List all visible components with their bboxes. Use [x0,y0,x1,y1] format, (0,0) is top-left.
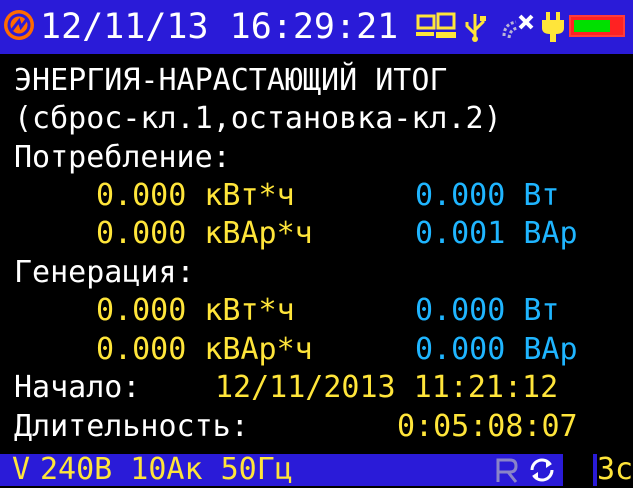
page-indicator: 3с [597,452,633,486]
consumption-label: Потребление: [14,140,231,175]
status-bar: 12/11/13 16:29:21 [0,0,633,54]
generation-reactive-energy: 0.000 кВАр*ч [96,332,313,367]
bottom-status-bar: V 240В 10Ак 50Гц 3с [0,452,633,487]
generation-reactive-power: 0.000 ВАр [415,332,578,367]
voltage-icon: V [12,452,31,487]
consumption-active-energy: 0.000 кВт*ч [96,178,295,213]
recording-icon [496,458,518,483]
device-logo-icon [4,10,34,40]
meter-screen: 12/11/13 16:29:21 ЭНЕРГИЯ-НАРАСТАЮЩИЙ ИТ… [0,0,633,487]
consumption-reactive-power: 0.001 ВАр [415,216,578,251]
page-title: ЭНЕРГИЯ-НАРАСТАЮЩИЙ ИТОГ [14,63,448,98]
power-plug-icon [542,12,564,42]
consumption-active-power: 0.000 Вт [415,178,560,213]
generation-label: Генерация: [14,255,195,290]
status-datetime: 12/11/13 16:29:21 [40,7,399,47]
start-value: 12/11/2013 11:21:12 [215,370,559,405]
wireless-off-icon [502,14,534,39]
consumption-reactive-energy: 0.000 кВАр*ч [96,216,313,251]
measurement-params: 240В 10Ак 50Гц [40,452,293,487]
usb-icon [465,14,486,42]
hint-text: (сброс-кл.1,остановка-кл.2) [14,101,502,136]
battery-level [574,20,610,32]
generation-active-power: 0.000 Вт [415,293,560,328]
refresh-icon [530,458,554,482]
pc-link-icon [416,12,456,38]
duration-value: 0:05:08:07 [397,409,578,444]
duration-label: Длительность: [14,409,249,444]
generation-active-energy: 0.000 кВт*ч [96,293,295,328]
start-label: Начало: [14,370,141,405]
battery-icon [569,15,625,37]
page-indicator-box [563,454,593,486]
